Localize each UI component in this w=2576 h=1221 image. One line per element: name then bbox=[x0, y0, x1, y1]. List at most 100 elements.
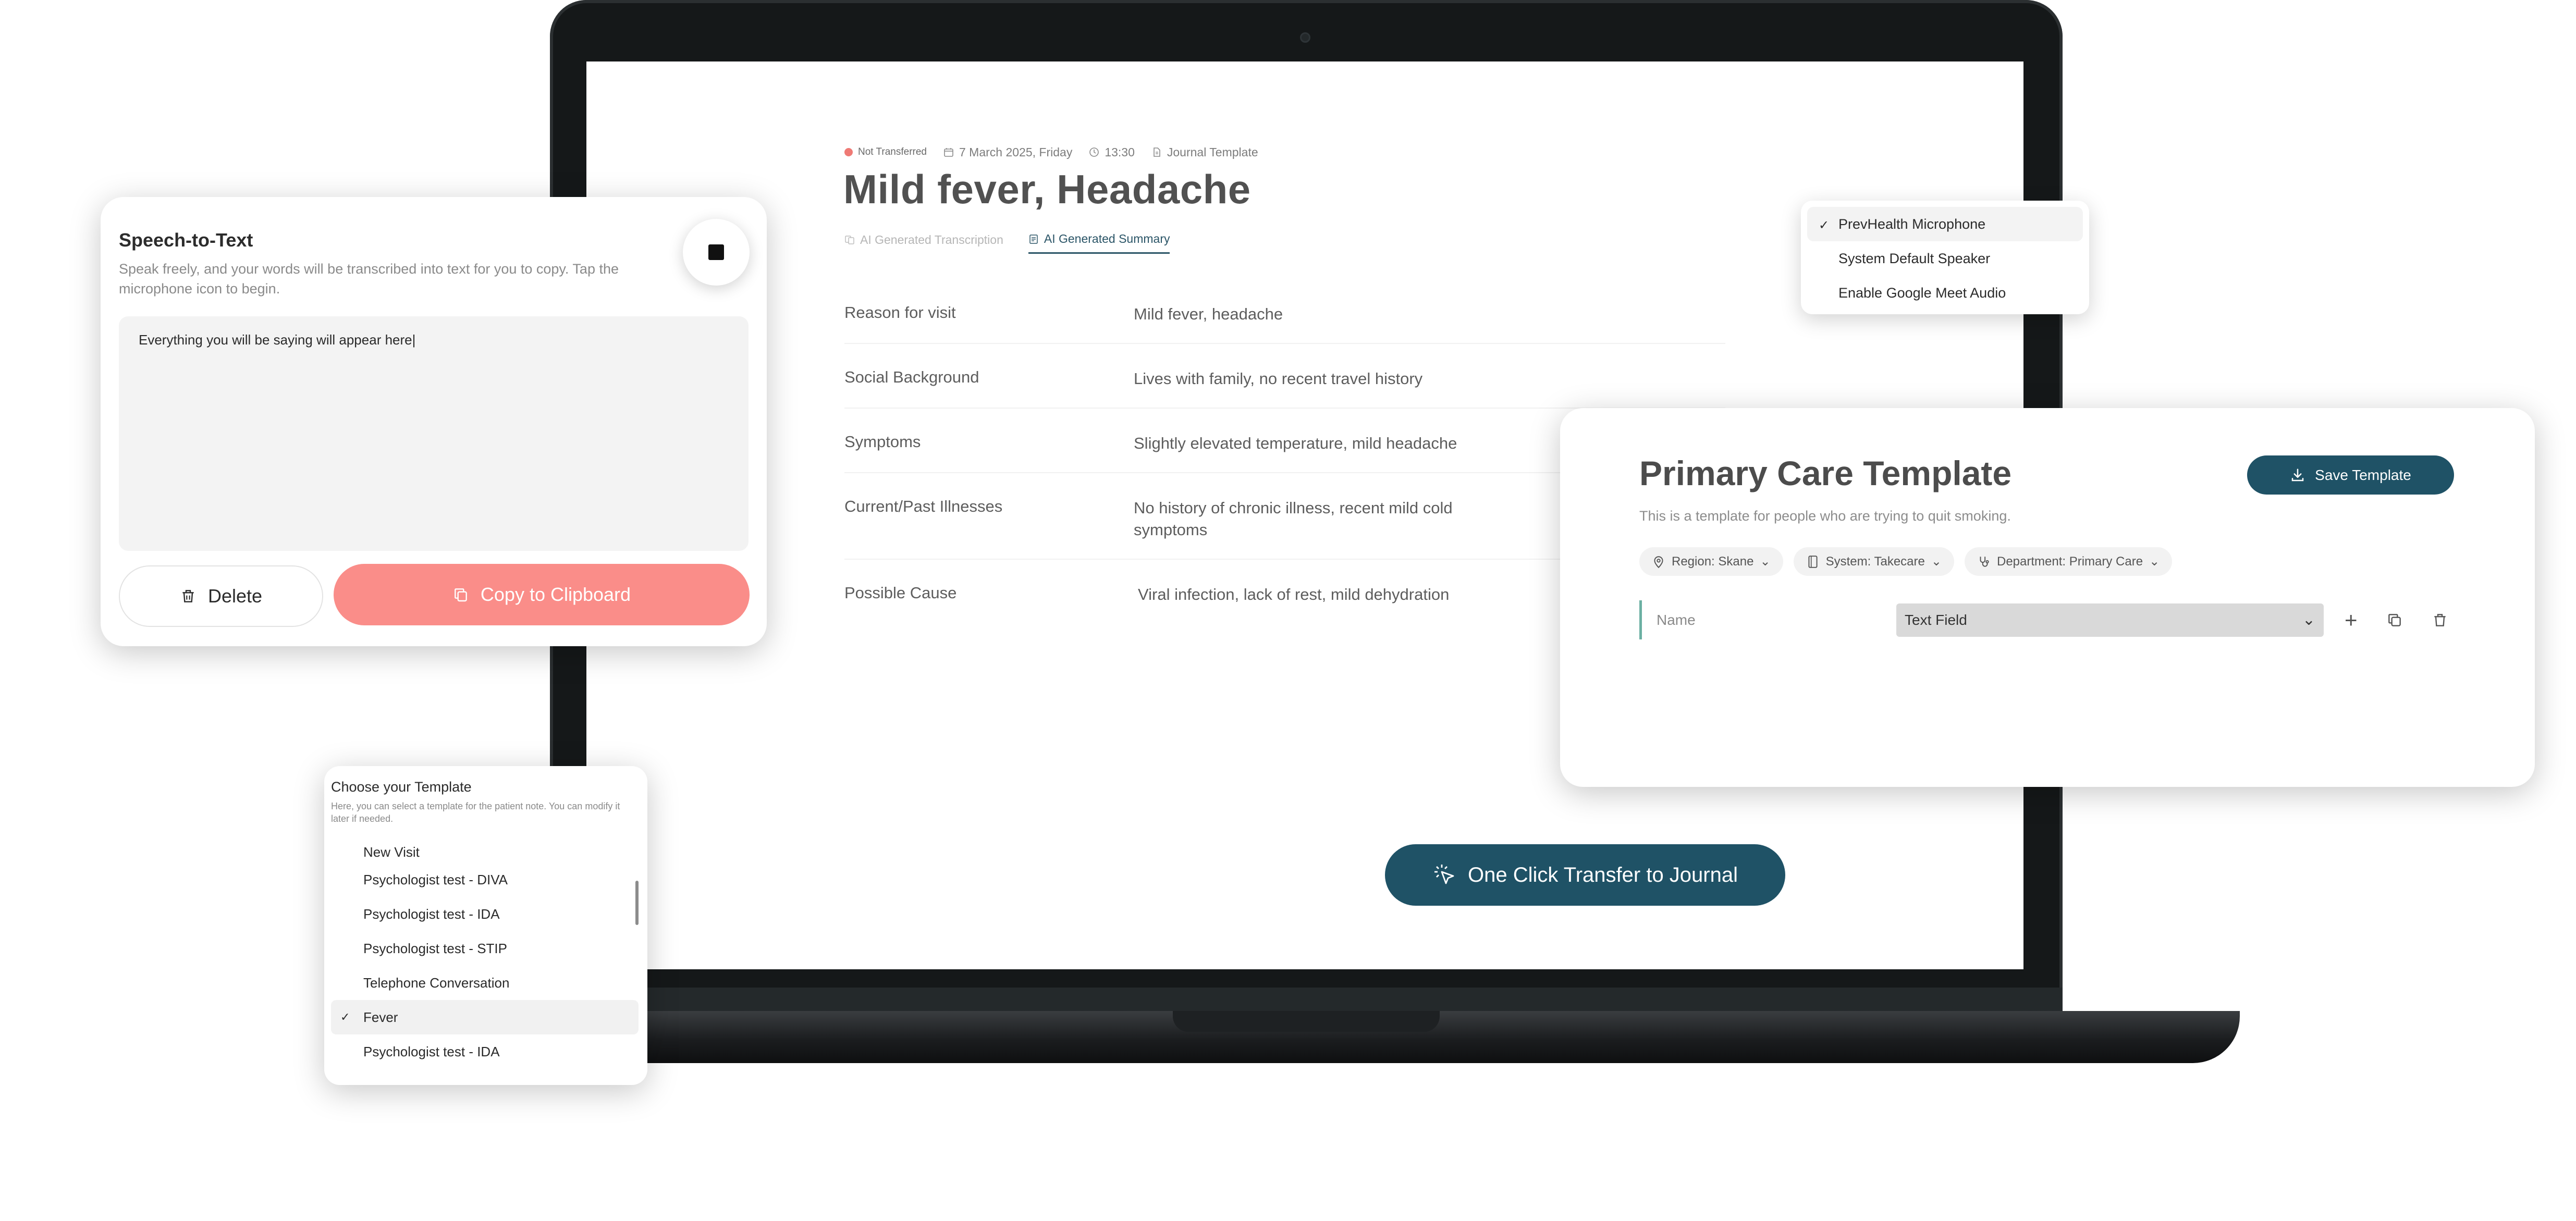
tab-ai-summary[interactable]: AI Generated Summary bbox=[1028, 232, 1170, 254]
template-option[interactable]: Psychologist test - IDA bbox=[331, 1034, 639, 1069]
template-name-text: Journal Template bbox=[1167, 145, 1258, 159]
tab-label: AI Generated Transcription bbox=[860, 232, 1003, 246]
transfer-button-label: One Click Transfer to Journal bbox=[1468, 863, 1738, 886]
mic-option-label: PrevHealth Microphone bbox=[1838, 216, 1986, 232]
row-label: Current/Past Illnesses bbox=[844, 497, 1003, 515]
template-list: New Visit Psychologist test - DIVA Psych… bbox=[331, 836, 639, 1081]
chevron-down-icon: ⌄ bbox=[2149, 554, 2160, 569]
tab-label: AI Generated Summary bbox=[1044, 232, 1170, 245]
mic-option-google-meet[interactable]: Enable Google Meet Audio bbox=[1807, 276, 2083, 310]
filter-label: Department: Primary Care bbox=[1996, 554, 2143, 569]
filter-label: System: Takecare bbox=[1825, 554, 1925, 569]
row-value: Slightly elevated temperature, mild head… bbox=[1134, 434, 1457, 452]
laptop-base-notch bbox=[1173, 1011, 1440, 1032]
row-value: Mild fever, headache bbox=[1134, 305, 1283, 323]
field-actions: + bbox=[2345, 608, 2448, 633]
download-icon bbox=[2291, 468, 2304, 481]
delete-button-label: Delete bbox=[207, 585, 263, 607]
template-option[interactable]: Psychologist test - IDA bbox=[331, 897, 639, 931]
chevron-down-icon: ⌄ bbox=[2302, 611, 2315, 628]
template-option-label: Psychologist test - STIP bbox=[363, 940, 507, 956]
summary-row: Social Background Lives with family, no … bbox=[844, 362, 1725, 409]
document-icon bbox=[1154, 147, 1160, 157]
template-title: Primary Care Template bbox=[1639, 454, 2012, 492]
click-cursor-icon bbox=[1434, 865, 1454, 884]
location-pin-icon bbox=[1654, 556, 1663, 568]
delete-button[interactable]: Delete bbox=[119, 565, 323, 627]
chevron-down-icon: ⌄ bbox=[1931, 554, 1942, 569]
template-option-label: Psychologist test - DIVA bbox=[363, 871, 508, 887]
check-icon: ✓ bbox=[1819, 218, 1830, 232]
choose-template-description: Here, you can select a template for the … bbox=[331, 801, 620, 824]
add-icon[interactable]: + bbox=[2345, 608, 2358, 633]
template-option-label: Psychologist test - IDA bbox=[363, 906, 500, 922]
chevron-down-icon: ⌄ bbox=[1760, 554, 1771, 569]
filter-region[interactable]: Region: Skane ⌄ bbox=[1639, 547, 1783, 576]
row-value: Lives with family, no recent travel hist… bbox=[1134, 369, 1423, 388]
status-dot-icon bbox=[844, 148, 853, 156]
mic-option-system-speaker[interactable]: System Default Speaker bbox=[1807, 241, 2083, 276]
check-icon: ✓ bbox=[340, 1010, 350, 1023]
clock-icon bbox=[1089, 147, 1099, 157]
summary-row: Reason for visit Mild fever, headache bbox=[844, 297, 1725, 344]
stt-description: Speak freely, and your words will be tra… bbox=[119, 261, 619, 297]
mic-option-label: Enable Google Meet Audio bbox=[1838, 285, 2006, 301]
mic-option-label: System Default Speaker bbox=[1838, 250, 1991, 266]
row-label: Possible Cause bbox=[844, 584, 957, 602]
field-type-select[interactable]: Text Field ⌄ bbox=[1896, 603, 2324, 637]
template-filters: Region: Skane ⌄ System: Takecare ⌄ Depar… bbox=[1639, 547, 2173, 576]
row-label: Reason for visit bbox=[844, 303, 956, 322]
filter-system[interactable]: System: Takecare ⌄ bbox=[1793, 547, 1954, 576]
template-list-scrollbar[interactable] bbox=[635, 881, 639, 925]
stop-icon bbox=[708, 244, 724, 260]
microphone-dropdown: ✓ PrevHealth Microphone System Default S… bbox=[1801, 201, 2089, 314]
save-template-button[interactable]: Save Template bbox=[2247, 455, 2454, 495]
template-option[interactable]: New Visit bbox=[331, 836, 639, 862]
status-text: Not Transferred bbox=[858, 146, 927, 157]
template-option-label: Fever bbox=[363, 1009, 398, 1025]
journal-meta: Not Transferred 7 March 2025, Friday 13:… bbox=[844, 144, 1258, 160]
tablet-icon bbox=[1808, 555, 1818, 568]
time-item: 13:30 bbox=[1089, 145, 1135, 159]
trash-icon[interactable] bbox=[2432, 612, 2448, 628]
field-name-label: Name bbox=[1657, 611, 1696, 628]
template-option-selected[interactable]: ✓ Fever bbox=[331, 1000, 639, 1034]
page-title: Mild fever, Headache bbox=[843, 166, 1251, 212]
tab-ai-transcription[interactable]: AI Generated Transcription bbox=[844, 232, 1003, 254]
template-item: Journal Template bbox=[1151, 145, 1258, 159]
stethoscope-icon bbox=[1980, 556, 1989, 567]
template-option-label: New Visit bbox=[363, 844, 420, 860]
template-option[interactable]: Psychologist test - STIP bbox=[331, 931, 639, 966]
transcription-icon bbox=[845, 236, 854, 244]
template-option-label: Telephone Conversation bbox=[363, 975, 510, 991]
template-subtitle: This is a template for people who are tr… bbox=[1639, 508, 2011, 524]
template-option[interactable]: Psychologist test - DIVA bbox=[331, 862, 639, 897]
time-text: 13:30 bbox=[1105, 145, 1135, 159]
choose-template-title: Choose your Template bbox=[331, 779, 472, 795]
copy-button-label: Copy to Clipboard bbox=[480, 584, 631, 605]
transcription-text: Everything you will be saying will appea… bbox=[139, 332, 416, 348]
stop-recording-button[interactable] bbox=[683, 219, 750, 286]
clipboard-icon bbox=[455, 588, 467, 602]
copy-to-clipboard-button[interactable]: Copy to Clipboard bbox=[334, 564, 750, 625]
transcription-textarea[interactable]: Everything you will be saying will appea… bbox=[119, 316, 749, 551]
trash-icon bbox=[182, 590, 194, 602]
template-option[interactable]: Telephone Conversation bbox=[331, 966, 639, 1000]
journal-tabs: AI Generated Transcription AI Generated … bbox=[844, 232, 1170, 254]
summary-icon bbox=[1029, 234, 1038, 244]
template-option-label: Psychologist test - IDA bbox=[363, 1043, 500, 1059]
calendar-icon bbox=[944, 148, 953, 157]
row-label: Symptoms bbox=[844, 433, 921, 451]
filter-label: Region: Skane bbox=[1672, 554, 1754, 569]
template-field-row: Name Text Field ⌄ + bbox=[1639, 600, 2452, 639]
transfer-to-journal-button[interactable]: One Click Transfer to Journal bbox=[1385, 844, 1785, 906]
row-value: Viral infection, lack of rest, mild dehy… bbox=[1138, 585, 1450, 603]
row-value: No history of chronic illness, recent mi… bbox=[1134, 499, 1453, 539]
mic-option-prevhealth[interactable]: ✓ PrevHealth Microphone bbox=[1807, 207, 2083, 241]
duplicate-icon[interactable] bbox=[2386, 612, 2403, 628]
filter-department[interactable]: Department: Primary Care ⌄ bbox=[1964, 547, 2173, 576]
save-button-label: Save Template bbox=[2315, 466, 2411, 483]
field-type-value: Text Field bbox=[1905, 611, 1967, 628]
status-badge: Not Transferred bbox=[844, 146, 927, 158]
row-label: Social Background bbox=[844, 368, 979, 386]
